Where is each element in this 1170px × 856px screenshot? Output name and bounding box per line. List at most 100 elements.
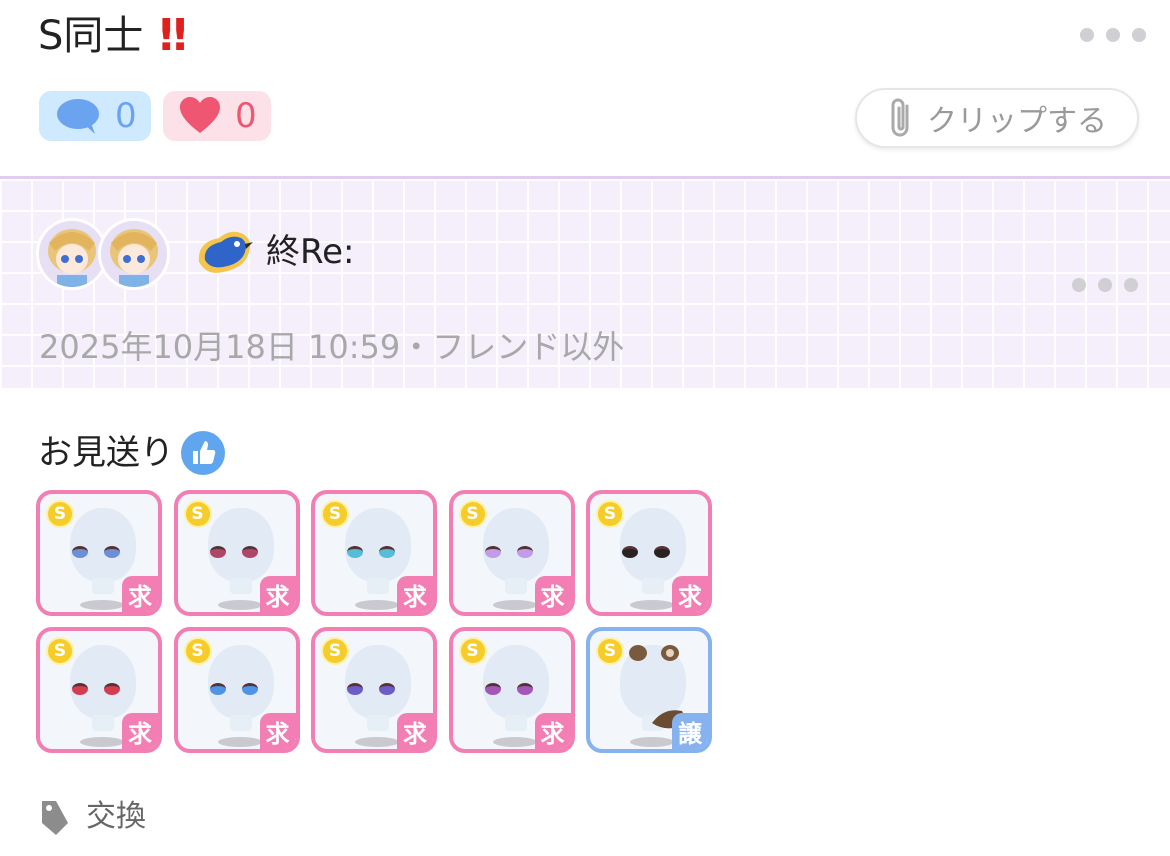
rarity-coin-icon: S (321, 500, 349, 528)
mannequin-head (482, 645, 549, 719)
item-card[interactable]: S求 (311, 490, 437, 616)
author-name[interactable]: 終Re: (266, 228, 354, 276)
post-heading: お見送り (38, 428, 226, 478)
rarity-coin-icon: S (46, 500, 74, 528)
item-card[interactable]: S求 (173, 627, 300, 753)
rarity-coin-icon: S (183, 637, 212, 665)
like-count-badge[interactable]: 0 (163, 91, 271, 141)
item-card[interactable]: S譲 (586, 627, 712, 753)
rarity-coin-icon: S (46, 637, 74, 665)
rarity-coin-icon: S (458, 637, 487, 665)
rarity-coin-icon: S (458, 500, 487, 528)
like-count: 0 (235, 96, 257, 136)
more-options-icon[interactable] (1080, 28, 1146, 42)
eye-part (241, 546, 258, 558)
eye-part (379, 683, 395, 695)
avatar-image (39, 221, 105, 287)
trade-type-badge: 求 (259, 576, 296, 612)
trade-type-badge: 譲 (672, 713, 708, 749)
mannequin-stand (492, 737, 537, 747)
mannequin-neck (92, 715, 114, 731)
rarity-coin-icon: S (183, 500, 212, 528)
mannequin-head (70, 508, 136, 582)
mannequin-stand (355, 737, 399, 747)
post-heading-text: お見送り (38, 433, 174, 473)
item-card[interactable]: S求 (586, 490, 712, 616)
eye-part (516, 546, 533, 558)
avatar-image (101, 221, 167, 287)
mannequin-neck (504, 578, 527, 594)
exclamation-emoji: ‼ (159, 10, 186, 61)
eye-part (484, 683, 501, 695)
eye-part (379, 546, 395, 558)
trade-type-badge: 求 (534, 576, 571, 612)
rarity-coin-icon: S (321, 637, 349, 665)
thumbs-up-icon (181, 431, 225, 475)
eye-part (484, 546, 501, 558)
mannequin-neck (229, 715, 252, 731)
avatar[interactable] (98, 218, 170, 290)
mannequin-head (207, 508, 274, 582)
mannequin-head (345, 645, 411, 719)
mannequin-neck (504, 715, 527, 731)
clip-button[interactable]: クリップする (855, 88, 1139, 148)
eye-part (622, 546, 638, 558)
trade-type-badge: 求 (259, 713, 296, 749)
paperclip-icon (891, 98, 909, 137)
tag-label: 交換 (86, 799, 146, 834)
eye-part (347, 683, 363, 695)
comment-count-badge[interactable]: 0 (39, 91, 151, 141)
trade-type-badge: 求 (397, 713, 433, 749)
eye-part (72, 683, 88, 695)
mannequin-stand (80, 600, 124, 610)
trade-type-badge: 求 (122, 713, 158, 749)
trade-type-badge: 求 (534, 713, 571, 749)
mannequin-stand (80, 737, 124, 747)
clip-button-label: クリップする (927, 104, 1107, 139)
tag-row[interactable]: 交換 (38, 795, 146, 839)
mannequin-stand (217, 600, 262, 610)
eye-part (104, 683, 120, 695)
eye-part (516, 683, 533, 695)
item-card[interactable]: S求 (448, 490, 575, 616)
mannequin-stand (355, 600, 399, 610)
comment-count: 0 (115, 96, 137, 136)
mannequin-head (482, 508, 549, 582)
eye-part (347, 546, 363, 558)
author-more-options-icon[interactable] (1072, 278, 1138, 292)
mannequin-head (207, 645, 274, 719)
post-title: S同士 ‼ (38, 8, 187, 64)
speech-bubble-icon (57, 99, 99, 134)
eye-part (104, 546, 120, 558)
post-timestamp: 2025年10月18日 10:59・フレンド以外 (39, 328, 625, 366)
item-card[interactable]: S求 (448, 627, 575, 753)
post-title-text: S同士 (38, 13, 144, 59)
eye-part (209, 683, 226, 695)
mannequin-neck (367, 715, 389, 731)
mannequin-head (620, 508, 686, 582)
rarity-coin-icon: S (596, 637, 624, 665)
mannequin-neck (367, 578, 389, 594)
mannequin-stand (492, 600, 537, 610)
mannequin-neck (92, 578, 114, 594)
mannequin-stand (217, 737, 262, 747)
mannequin-head (345, 508, 411, 582)
mannequin-neck (642, 578, 664, 594)
eye-part (241, 683, 258, 695)
mannequin-stand (630, 600, 674, 610)
trade-type-badge: 求 (397, 576, 433, 612)
mannequin-neck (229, 578, 252, 594)
trade-type-badge: 求 (122, 576, 158, 612)
heart-icon (180, 97, 220, 133)
trade-type-badge: 求 (672, 576, 708, 612)
mannequin-head (70, 645, 136, 719)
item-card[interactable]: S求 (311, 627, 437, 753)
eye-part (654, 546, 670, 558)
tag-icon (42, 801, 68, 835)
eye-part (72, 546, 88, 558)
rarity-coin-icon: S (596, 500, 624, 528)
item-card[interactable]: S求 (173, 490, 300, 616)
item-card[interactable]: S求 (36, 490, 162, 616)
item-card[interactable]: S求 (36, 627, 162, 753)
bluebird-badge-icon (193, 222, 257, 286)
